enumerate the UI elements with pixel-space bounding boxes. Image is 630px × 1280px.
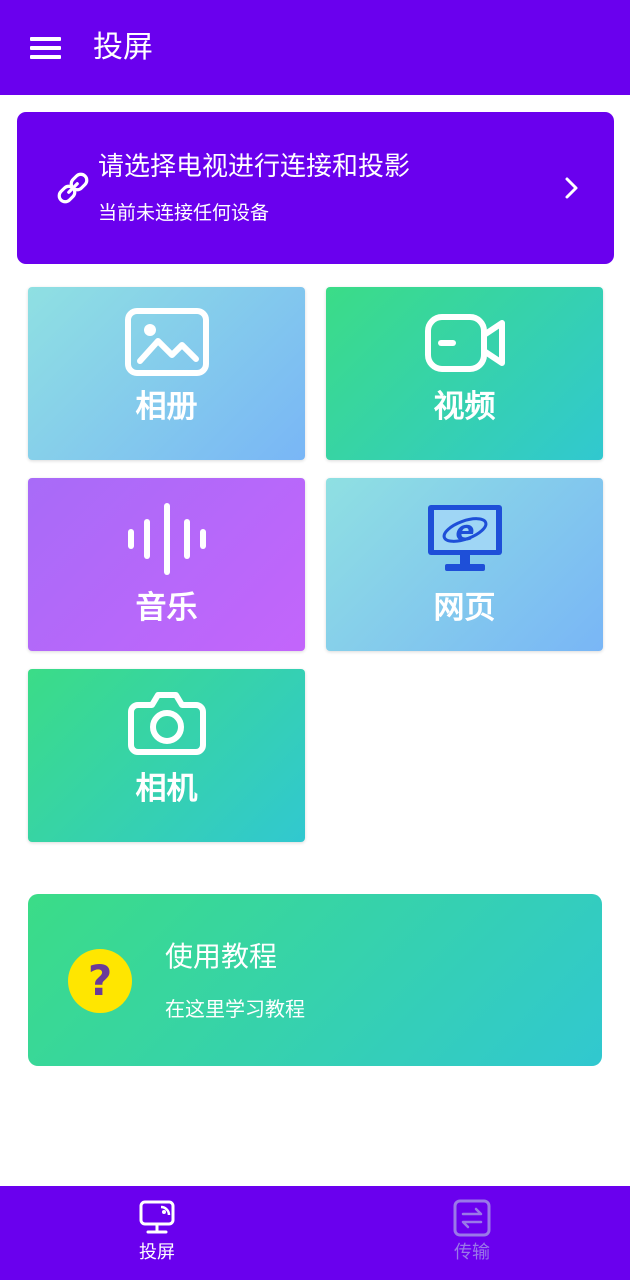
camera-icon: [127, 692, 206, 755]
connect-status: 当前未连接任何设备: [98, 202, 270, 224]
help-icon: ?: [68, 949, 132, 1013]
tutorial-subtitle: 在这里学习教程: [165, 997, 305, 1021]
nav-transfer-label: 传输: [454, 1242, 490, 1263]
connect-tv-banner[interactable]: 请选择电视进行连接和投影 当前未连接任何设备: [17, 112, 614, 264]
tutorial-card[interactable]: ? 使用教程 在这里学习教程: [28, 894, 602, 1066]
nav-item-cast[interactable]: 投屏: [97, 1186, 217, 1280]
sound-wave-icon: [127, 503, 206, 575]
web-tile[interactable]: e 网页: [326, 478, 603, 651]
music-label: 音乐: [135, 590, 198, 626]
menu-button[interactable]: [22, 26, 70, 70]
camera-label: 相机: [135, 771, 198, 807]
link-icon: [57, 172, 89, 204]
album-tile[interactable]: 相册: [28, 287, 305, 460]
svg-text:e: e: [455, 514, 474, 547]
web-label: 网页: [433, 590, 496, 626]
chevron-right-icon: [565, 177, 578, 199]
browser-monitor-icon: e: [427, 505, 502, 571]
music-tile[interactable]: 音乐: [28, 478, 305, 651]
video-camera-icon: [424, 314, 505, 372]
nav-item-transfer[interactable]: 传输: [412, 1186, 532, 1280]
bottom-nav: 投屏 传输: [0, 1186, 630, 1280]
transfer-icon: [453, 1199, 491, 1237]
tutorial-title: 使用教程: [165, 940, 278, 973]
camera-tile[interactable]: 相机: [28, 669, 305, 842]
app-bar: 投屏: [0, 0, 630, 95]
video-tile[interactable]: 视频: [326, 287, 603, 460]
album-label: 相册: [135, 389, 198, 425]
image-icon: [124, 308, 209, 376]
video-label: 视频: [433, 389, 496, 425]
svg-text:?: ?: [88, 956, 112, 1005]
connect-title: 请选择电视进行连接和投影: [98, 152, 411, 182]
page-title: 投屏: [93, 30, 153, 65]
screen-cast-icon: [139, 1200, 175, 1234]
nav-cast-label: 投屏: [139, 1242, 175, 1263]
